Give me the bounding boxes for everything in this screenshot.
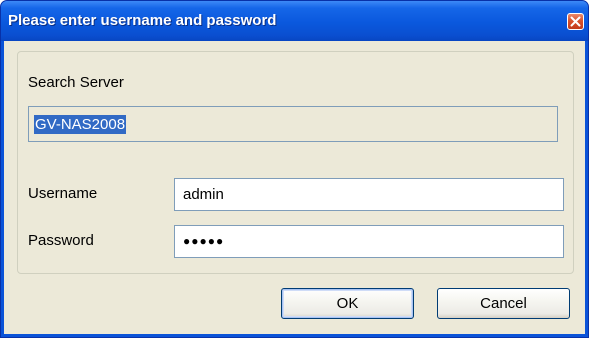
- login-dialog: Please enter username and password Searc…: [0, 0, 589, 338]
- title-bar[interactable]: Please enter username and password: [1, 1, 588, 41]
- password-input[interactable]: ●●●●●: [174, 225, 564, 258]
- username-label: Username: [28, 185, 98, 202]
- search-server-value: GV-NAS2008: [34, 115, 127, 134]
- password-label: Password: [28, 232, 94, 249]
- dialog-title: Please enter username and password: [8, 12, 277, 29]
- credentials-group: Search Server GV-NAS2008 Username admin …: [17, 51, 574, 274]
- dialog-body: Search Server GV-NAS2008 Username admin …: [4, 41, 585, 334]
- ok-button[interactable]: OK: [281, 288, 414, 319]
- cancel-button[interactable]: Cancel: [437, 288, 570, 319]
- search-server-label: Search Server: [28, 74, 124, 91]
- username-input[interactable]: admin: [174, 178, 564, 211]
- search-server-field[interactable]: GV-NAS2008: [28, 106, 558, 142]
- close-button[interactable]: [567, 13, 584, 30]
